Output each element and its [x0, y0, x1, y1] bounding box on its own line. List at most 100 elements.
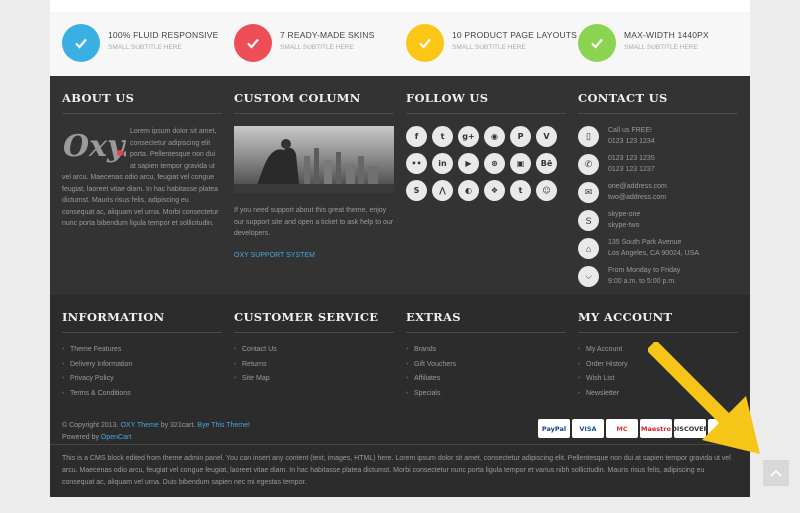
footer-link[interactable]: Site Map — [234, 372, 394, 387]
contact-list: ▯ Call us FREE! 0123 123 1234 ✆ 0123 123 123… — [578, 126, 738, 288]
contact-line: two@address.com — [608, 193, 667, 201]
mastercard-icon: MC — [606, 419, 638, 438]
contact-column: CONTACT US ▯ Call us FREE! 0123 123 1234 ✆ 0… — [578, 91, 738, 294]
opencart-link[interactable]: OpenCart — [101, 434, 131, 441]
contact-row: ⌂ 135 South Park Avenue Los Angeles, CA 90… — [578, 238, 738, 260]
mobile-phone-icon: ▯ — [578, 126, 599, 147]
contact-line: 9:00 a.m. to 5:00 p.m. — [608, 277, 677, 285]
page-container: 100% FLUID RESPONSIVE SMALL SUBTITLE HER… — [50, 0, 750, 497]
contact-line: From Monday to Friday — [608, 267, 681, 274]
contact-line: 0123 123 1234 — [608, 137, 655, 145]
custom-column: CUSTOM COLUMN If you need support about … — [234, 91, 394, 259]
feature-check-icon — [406, 24, 444, 62]
extras-title: EXTRAS — [406, 310, 566, 333]
facebook-icon[interactable]: f — [406, 126, 427, 147]
feature-check-icon — [578, 24, 616, 62]
footer-link[interactable]: Gift Vouchers — [406, 358, 566, 373]
feature-subtitle: SMALL SUBTITLE HERE — [452, 44, 526, 51]
annotation-arrow-icon — [648, 342, 760, 454]
follow-column: FOLLOW US f t g+ ◉ P V •• in ▶ ⊛ ▣ Bē S ⋀ ◐ ❖ t ☺ — [406, 91, 566, 201]
footer-link[interactable]: Returns — [234, 358, 394, 373]
footer-link[interactable]: Specials — [406, 387, 566, 402]
customer-service-column: CUSTOMER SERVICE Contact UsReturnsSite M… — [234, 310, 394, 387]
footer-link[interactable]: Terms & Conditions — [62, 387, 222, 402]
chevron-up-icon — [770, 469, 782, 477]
scroll-to-top-button[interactable] — [763, 460, 789, 486]
reddit-icon[interactable]: ☺ — [536, 180, 557, 201]
contact-line: skype-two — [608, 221, 640, 229]
footer-link[interactable]: Contact Us — [234, 343, 394, 358]
copyright: © Copyright 2013. OXY Theme by 321cart. … — [62, 420, 250, 444]
contact-line: 0123 123 1237 — [608, 165, 655, 173]
pinterest-icon[interactable]: P — [510, 126, 531, 147]
phone-icon: ✆ — [578, 154, 599, 175]
content-bottom-edge — [50, 0, 750, 12]
feature-title: 7 READY-MADE SKINS — [280, 30, 375, 40]
powered-by-text: Powered by — [62, 434, 99, 441]
social-icons: f t g+ ◉ P V •• in ▶ ⊛ ▣ Bē S ⋀ ◐ ❖ t ☺ — [406, 126, 566, 201]
footer-link[interactable]: Affiliates — [406, 372, 566, 387]
copyright-by: by 321cart. — [160, 422, 196, 429]
feature-item: 7 READY-MADE SKINS SMALL SUBTITLE HERE — [234, 24, 374, 64]
features-strip: 100% FLUID RESPONSIVE SMALL SUBTITLE HER… — [50, 0, 750, 76]
delicious-icon[interactable]: ◐ — [458, 180, 479, 201]
account-title: MY ACCOUNT — [578, 310, 738, 333]
flickr-icon[interactable]: •• — [406, 153, 427, 174]
skype-icon[interactable]: S — [406, 180, 427, 201]
foursquare-icon[interactable]: ❖ — [484, 180, 505, 201]
contact-row: ⌵ From Monday to Friday 9:00 a.m. to 5:00 … — [578, 266, 738, 288]
oxy-logo: Oxy. — [63, 129, 126, 164]
oxy-support-link[interactable]: OXY SUPPORT SYSTEM — [234, 252, 394, 259]
feature-subtitle: SMALL SUBTITLE HERE — [108, 44, 182, 51]
follow-title: FOLLOW US — [406, 91, 566, 114]
vimeo-icon[interactable]: V — [536, 126, 557, 147]
custom-text: If you need support about this great the… — [234, 207, 394, 237]
rss-icon[interactable]: ◉ — [484, 126, 505, 147]
visa-icon: VISA — [572, 419, 604, 438]
information-title: INFORMATION — [62, 310, 222, 333]
footer-link[interactable]: Privacy Policy — [62, 372, 222, 387]
extras-links: BrandsGift VouchersAffiliatesSpecials — [406, 343, 566, 401]
feature-title: MAX-WIDTH 1440PX — [624, 30, 709, 40]
contact-line: 0123 123 1235 — [608, 155, 655, 162]
paypal-icon: PayPal — [538, 419, 570, 438]
contact-row: Sskype-one skype-two — [578, 210, 738, 232]
contact-line: Los Angeles, CA 90024, USA — [608, 249, 700, 257]
feature-subtitle: SMALL SUBTITLE HERE — [280, 44, 354, 51]
home-icon: ⌂ — [578, 238, 599, 259]
footer-link[interactable]: Theme Features — [62, 343, 222, 358]
feature-title: 10 PRODUCT PAGE LAYOUTS — [452, 30, 578, 40]
copyright-text: © Copyright 2013. — [62, 422, 119, 429]
custom-title: CUSTOM COLUMN — [234, 91, 394, 114]
feature-title: 100% FLUID RESPONSIVE — [108, 30, 219, 40]
skype-icon: S — [578, 210, 599, 231]
linkedin-icon[interactable]: in — [432, 153, 453, 174]
feature-item: MAX-WIDTH 1440PX SMALL SUBTITLE HERE — [578, 24, 709, 64]
contact-line: 135 South Park Avenue — [608, 239, 682, 246]
oxy-theme-link[interactable]: OXY Theme — [120, 422, 158, 429]
contact-row: ▯ Call us FREE! 0123 123 1234 — [578, 126, 738, 148]
twitter-icon[interactable]: t — [432, 126, 453, 147]
buy-theme-link[interactable]: Bye This Theme! — [197, 422, 250, 429]
instagram-icon[interactable]: ▣ — [510, 153, 531, 174]
information-links: Theme FeaturesDelivery InformationPrivac… — [62, 343, 222, 401]
about-title: ABOUT US — [62, 91, 222, 114]
vine-icon[interactable]: ⋀ — [432, 180, 453, 201]
contact-line: skype-one — [608, 211, 641, 218]
feature-check-icon — [234, 24, 272, 62]
youtube-icon[interactable]: ▶ — [458, 153, 479, 174]
contact-title: CONTACT US — [578, 91, 738, 114]
footer-link[interactable]: Brands — [406, 343, 566, 358]
behance-icon[interactable]: Bē — [536, 153, 557, 174]
information-column: INFORMATION Theme FeaturesDelivery Infor… — [62, 310, 222, 401]
contact-line: one@address.com — [608, 183, 667, 190]
envelope-icon: ✉ — [578, 182, 599, 203]
tumblr-icon[interactable]: t — [510, 180, 531, 201]
contact-row: ✉ one@address.com two@address.com — [578, 182, 738, 204]
about-column: ABOUT US Oxy. Lorem ipsum dolor sit amet… — [62, 91, 222, 230]
svg-text:Oxy.: Oxy. — [63, 129, 126, 164]
google-plus-icon[interactable]: g+ — [458, 126, 479, 147]
dribbble-icon[interactable]: ⊛ — [484, 153, 505, 174]
feature-check-icon — [62, 24, 100, 62]
footer-link[interactable]: Delivery Information — [62, 358, 222, 373]
